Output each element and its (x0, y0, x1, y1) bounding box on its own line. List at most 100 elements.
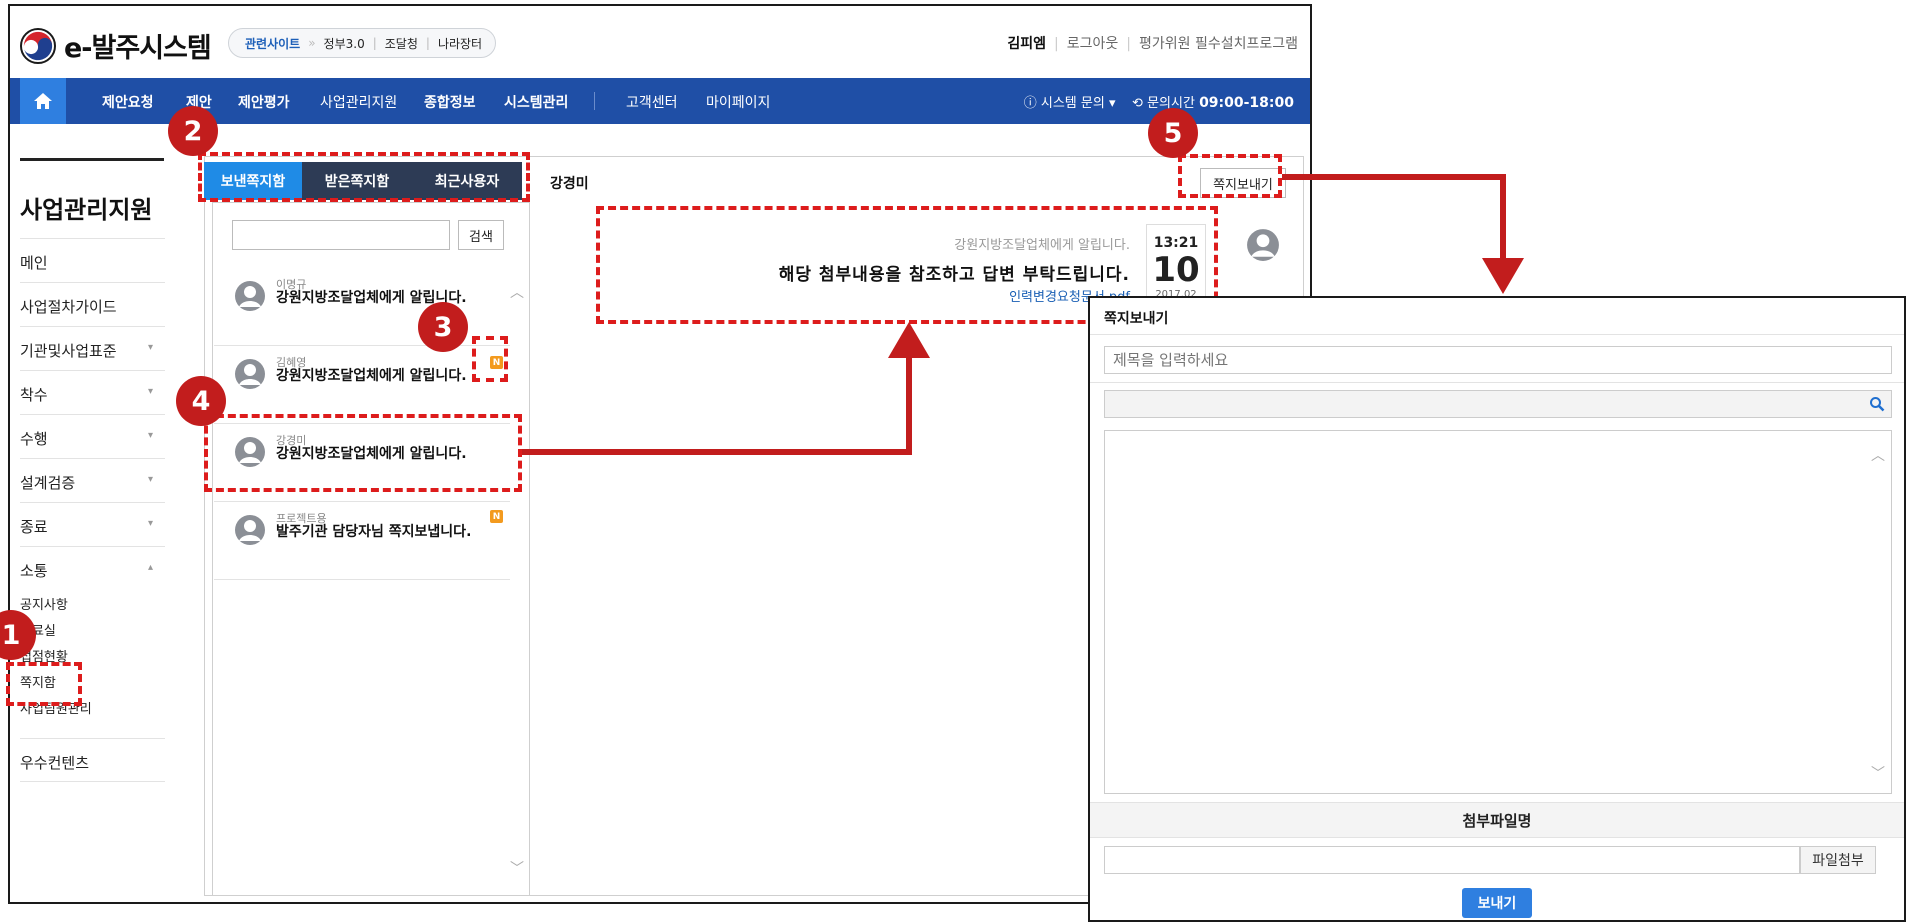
avatar-icon (235, 281, 265, 311)
message-body-textarea[interactable]: ︿ ﹀ (1104, 430, 1892, 794)
home-button[interactable] (20, 78, 66, 124)
sidebar-item-close[interactable]: 종료 ▾ (20, 502, 165, 546)
related-sites-label: 관련사이트 (245, 36, 301, 51)
arrow-line (522, 449, 912, 455)
arrow-down-icon (1482, 258, 1524, 294)
avatar-icon (235, 515, 265, 545)
annotation-number: 2 (168, 106, 218, 156)
sidebar-item-label: 소통 (20, 562, 48, 580)
sidebar-item-label: 설계검증 (20, 474, 76, 492)
message-subject: 발주기관 담당자님 쪽지보냅니다. (276, 524, 472, 540)
chevron-down-icon: ▾ (147, 518, 153, 529)
search-icon[interactable] (1869, 396, 1885, 412)
clock-icon: ⟲ (1132, 96, 1143, 111)
nav-item-system-admin[interactable]: 시스템관리 (504, 92, 568, 112)
new-badge: N (490, 510, 503, 523)
annotation-number: 5 (1148, 108, 1198, 158)
conversation-name: 강경미 (550, 176, 589, 192)
user-menu: 김피엠 | 로그아웃 | 평가위원 필수설치프로그램 (1007, 36, 1298, 52)
scroll-up-icon[interactable]: ︿ (1871, 445, 1885, 465)
related-link[interactable]: 나라장터 (438, 35, 482, 52)
avatar-icon (235, 359, 265, 389)
divider (1090, 334, 1904, 335)
chevron-down-icon: ▾ (147, 386, 153, 397)
attachment-filename-field[interactable] (1104, 846, 1800, 874)
sidebar-item-label: 기관및사업표준 (20, 342, 117, 360)
logo-icon (20, 28, 56, 64)
sidebar-item-label: 메인 (20, 254, 48, 272)
sidebar-item-best-contents[interactable]: 우수컨텐츠 (20, 738, 165, 782)
sidebar-title: 사업관리지원 (20, 196, 153, 224)
install-program-link[interactable]: 평가위원 필수설치프로그램 (1139, 36, 1298, 52)
nav-item-proposal-request[interactable]: 제안요청 (102, 92, 154, 112)
top-bar: e-발주시스템 관련사이트 » 정부3.0 | 조달청 | 나라장터 김피엠 | 로… (10, 6, 1310, 78)
system-inquiry-dropdown[interactable]: 시스템 문의 (1041, 96, 1105, 111)
sidebar-item-standards[interactable]: 기관및사업표준 ▾ (20, 326, 165, 370)
sidebar-item-label: 종료 (20, 518, 48, 536)
chevron-down-icon: ▾ (147, 342, 153, 353)
attachment-header: 첨부파일명 (1090, 802, 1904, 838)
annotation-box-send-button (1178, 154, 1282, 198)
subject-input[interactable] (1104, 346, 1892, 374)
nav-divider (594, 92, 595, 110)
scroll-down-icon[interactable]: ﹀ (1871, 763, 1885, 783)
nav-item-customer-center[interactable]: 고객센터 (626, 92, 678, 112)
arrow-line (906, 348, 912, 455)
related-link[interactable]: 조달청 (385, 35, 418, 52)
sidebar-item-start[interactable]: 착수 ▾ (20, 370, 165, 414)
sidebar-divider (20, 158, 164, 161)
sidebar-item-label: 우수컨텐츠 (20, 754, 90, 772)
chevron-right-icon: » (308, 36, 316, 50)
message-item[interactable]: 김혜영 강원지방조달업체에게 알립니다. N (214, 346, 510, 424)
chevron-down-icon: ▾ (147, 474, 153, 485)
related-link[interactable]: 정부3.0 (324, 35, 365, 52)
home-icon (34, 93, 52, 109)
caret-down-icon: ▾ (1108, 96, 1116, 111)
nav-item-project-support[interactable]: 사업관리지원 (320, 92, 397, 112)
scroll-down-icon[interactable]: ﹀ (510, 858, 524, 878)
sidebar-item-label: 착수 (20, 386, 48, 404)
sidebar-sub-notice[interactable]: 공지사항 (20, 594, 68, 613)
message-subject: 강원지방조달업체에게 알립니다. (276, 290, 467, 306)
search-button[interactable]: 검색 (458, 220, 504, 250)
hours-value: 09:00-18:00 (1199, 95, 1294, 111)
logo-text[interactable]: e-발주시스템 (64, 26, 212, 65)
annotation-box-badge (472, 336, 508, 382)
annotation-number: 3 (418, 302, 468, 352)
user-name: 김피엠 (1007, 36, 1047, 52)
annotation-box-message-item (204, 414, 522, 492)
logout-link[interactable]: 로그아웃 (1067, 36, 1119, 52)
scroll-up-icon[interactable]: ︿ (510, 282, 524, 302)
arrow-line (1282, 174, 1506, 180)
nav-item-mypage[interactable]: 마이페이지 (706, 92, 770, 112)
compose-window: 쪽지보내기 ︿ ﹀ 첨부파일명 파일첨부 보내기 (1088, 296, 1906, 922)
annotation-box-tabs (198, 152, 530, 202)
sidebar-item-label: 수행 (20, 430, 48, 448)
nav-item-info[interactable]: 종합정보 (424, 92, 476, 112)
arrow-line (1500, 174, 1506, 270)
nav-item-proposal-eval[interactable]: 제안평가 (238, 92, 290, 112)
help-icon: ⓘ (1023, 96, 1037, 111)
sidebar-item-design-verify[interactable]: 설계검증 ▾ (20, 458, 165, 502)
sidebar-item-guide[interactable]: 사업절차가이드 (20, 282, 165, 326)
divider (1090, 382, 1904, 383)
annotation-box-messagebox (6, 662, 82, 706)
message-subject: 강원지방조달업체에게 알립니다. (276, 368, 467, 384)
send-button[interactable]: 보내기 (1462, 888, 1532, 918)
compose-title: 쪽지보내기 (1104, 311, 1169, 327)
sidebar-item-label: 사업절차가이드 (20, 298, 117, 316)
recipient-search-field[interactable] (1104, 390, 1892, 418)
arrow-up-icon (888, 322, 930, 358)
search-input[interactable] (232, 220, 450, 250)
annotation-number: 4 (176, 376, 226, 426)
nav-right: ⓘ 시스템 문의 ▾ ⟲ 문의시간 09:00-18:00 (1024, 92, 1294, 111)
attach-file-button[interactable]: 파일첨부 (1800, 846, 1876, 874)
chevron-down-icon: ▾ (147, 430, 153, 441)
sidebar-item-communication[interactable]: 소통 ▴ (20, 546, 165, 590)
avatar-icon (1247, 229, 1279, 261)
message-item[interactable]: 프로젝트용 발주기관 담당자님 쪽지보냅니다. N (214, 502, 510, 580)
chevron-up-icon: ▴ (147, 562, 153, 573)
related-sites: 관련사이트 » 정부3.0 | 조달청 | 나라장터 (228, 28, 496, 58)
sidebar-item-main[interactable]: 메인 (20, 238, 165, 282)
sidebar-item-perform[interactable]: 수행 ▾ (20, 414, 165, 458)
